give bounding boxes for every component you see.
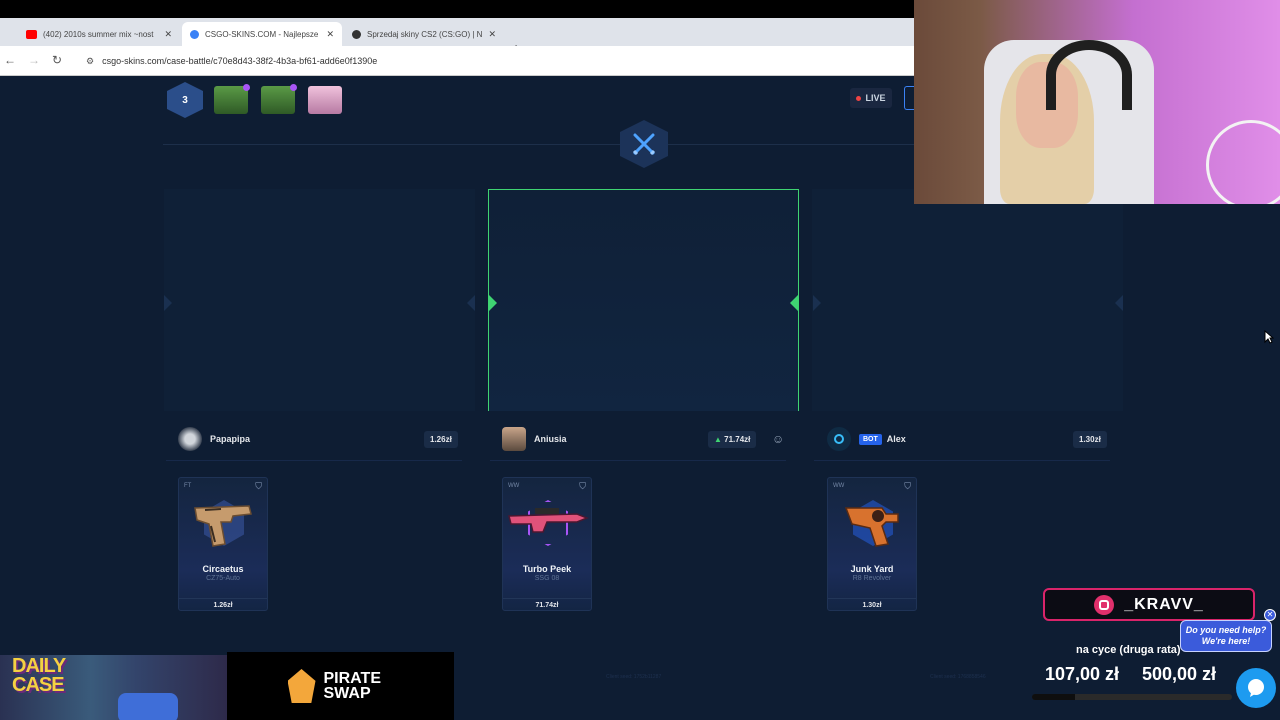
item-card[interactable]: WW ⛉ Turbo Peek SSG 08 71.74zł [502,477,592,611]
daily-case-banner[interactable]: DAILY CASE [0,655,227,720]
shield-icon: ⛉ [255,481,262,491]
webcam-overlay [914,0,1280,204]
fan-icon [1206,120,1280,204]
player-row-3: BOT Alex 1.30zł [827,425,1127,453]
green-case-icon[interactable] [214,84,250,114]
close-icon[interactable]: ✕ [326,29,334,40]
donation-goal-target: 500,00 zł [1142,664,1217,684]
forward-icon[interactable]: → [28,53,40,67]
youtube-icon [26,29,37,39]
pink-case-icon[interactable] [308,86,342,114]
pirate-logo-icon [287,669,316,703]
tab-sprzedaj[interactable]: Sprzedaj skiny CS2 (CS:GO) | N ✕ [344,22,504,46]
url-field[interactable]: ⚙ csgo-skins.com/case-battle/c70e8d43-38… [80,51,908,71]
slot-3-left-marker [813,295,821,311]
instagram-handle-badge: _KRAVV_ [1043,588,1255,621]
back-icon[interactable]: ← [4,53,16,67]
divider [166,460,462,461]
slot-1-left-marker [164,295,172,311]
up-arrow-icon: ▲ [714,434,725,444]
avatar[interactable] [502,427,526,451]
client-seed: Client seed: 1752b11287 [606,674,662,680]
player-total-value: 1.26zł [424,430,458,448]
bot-badge: BOT [859,433,882,445]
headset-icon [1046,40,1132,110]
donation-goal-current: 107,00 zł [1045,664,1120,684]
item-card[interactable]: FT ⛉ Circaetus CZ75-Auto 1.26zł [178,477,268,611]
r8-revolver-icon [844,507,899,547]
address-bar: ← → ↻ ⚙ csgo-skins.com/case-battle/c70e8… [0,46,916,76]
chat-bubble-icon [1248,679,1264,697]
player-row-2: Aniusia ▲ 71.74zł ☺ [502,425,802,453]
site-info-icon[interactable]: ⚙ [86,56,94,67]
case-box-icon [118,693,178,720]
emoji-icon[interactable]: ☺ [772,432,784,446]
reload-icon[interactable]: ↻ [52,53,62,67]
slot-2-left-marker [489,295,497,311]
divider [163,144,915,145]
tab-youtube[interactable]: (402) 2010s summer mix ~nost ✕ [18,22,180,46]
divider [490,460,786,461]
browser-tab-bar: ⌄ (402) 2010s summer mix ~nost ✕ CSGO-SK… [0,18,916,56]
donation-goal-label: na cyce (druga rata) [1076,644,1181,656]
close-icon[interactable]: ✕ [164,29,172,40]
csgo-skins-icon [190,29,199,39]
mouse-cursor-icon [1264,330,1274,344]
client-seed: Client seed: 1768858546 [930,674,986,680]
ssg-08-icon [508,508,589,533]
live-dot-icon [856,95,862,101]
site-icon [352,29,361,39]
shield-icon: ⛉ [579,481,586,491]
spinner-slot-2-winner [488,189,799,411]
spinner-slot-1 [164,189,475,411]
item-card[interactable]: WW ⛉ Junk Yard R8 Revolver 1.30zł [827,477,917,611]
green-case-icon[interactable] [261,84,297,114]
shield-icon: ⛉ [904,481,911,491]
help-bubble[interactable]: Do you need help? We're here! [1180,620,1272,652]
cz75-auto-icon [194,505,252,547]
bot-avatar-icon[interactable] [827,427,851,451]
avatar[interactable] [178,427,202,451]
slot-1-right-marker [467,295,475,311]
live-badge[interactable]: LIVE [850,88,892,108]
slot-3-right-marker [1115,295,1123,311]
close-icon[interactable]: ✕ [488,29,496,40]
close-icon[interactable]: ✕ [1264,609,1276,621]
pirate-swap-banner[interactable]: PIRATE SWAP [227,652,454,720]
player-row-1: Papapipa 1.26zł [178,425,478,453]
side-panel-toggle[interactable] [904,86,914,110]
donation-goal-progress-fill [1032,694,1075,700]
player-total-value: ▲ 71.74zł [708,430,757,448]
chat-button[interactable] [1236,668,1276,708]
slot-2-right-marker [790,295,798,311]
divider [814,460,1110,461]
donation-goal-progress-bar [1032,694,1232,700]
spinner-slot-3 [812,189,1123,411]
player-total-value: 1.30zł [1073,430,1107,448]
instagram-icon [1094,594,1115,615]
tab-csgo-skins[interactable]: CSGO-SKINS.COM - Najlepsze ✕ [182,22,342,46]
